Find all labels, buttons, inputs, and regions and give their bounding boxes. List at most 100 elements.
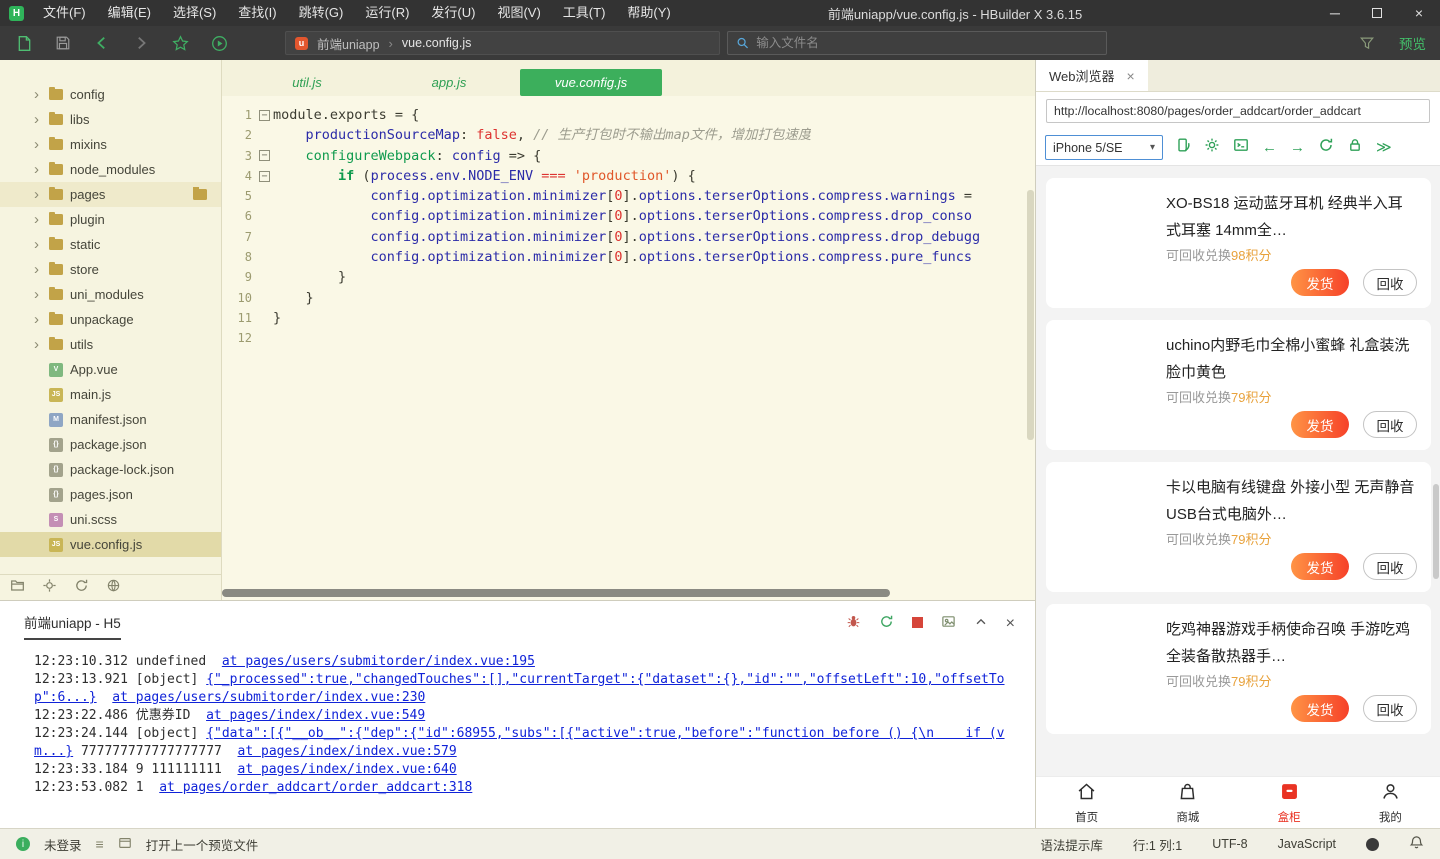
- ship-button[interactable]: 发货: [1291, 411, 1349, 438]
- tree-item[interactable]: › config: [0, 82, 221, 107]
- recycle-button[interactable]: 回收: [1363, 269, 1417, 296]
- menu-item[interactable]: 发行(U): [420, 0, 486, 26]
- restart-button[interactable]: [879, 614, 894, 634]
- tabbar-item[interactable]: 盒柜: [1239, 777, 1340, 828]
- forward-button[interactable]: [129, 30, 153, 56]
- line-number[interactable]: 11: [222, 308, 256, 328]
- product-card[interactable]: 吃鸡神器游戏手柄使命召唤 手游吃鸡全装备散热器手… 可回收兑换79积分 发货 回…: [1046, 604, 1431, 734]
- save-button[interactable]: [51, 30, 75, 56]
- fold-toggle[interactable]: [256, 267, 273, 287]
- tree-item[interactable]: M manifest.json: [0, 407, 221, 432]
- line-number[interactable]: 6: [222, 206, 256, 226]
- product-card[interactable]: 卡以电脑有线键盘 外接小型 无声静音USB台式电脑外… 可回收兑换79积分 发货…: [1046, 462, 1431, 592]
- fold-toggle[interactable]: [256, 288, 273, 308]
- open-previous-preview[interactable]: 打开上一个预览文件: [146, 835, 259, 854]
- browser-refresh-button[interactable]: [1318, 137, 1334, 158]
- line-number[interactable]: 7: [222, 227, 256, 247]
- tree-item[interactable]: › uni_modules: [0, 282, 221, 307]
- locate-file-button[interactable]: [42, 578, 57, 598]
- preview-scrollbar[interactable]: [1433, 484, 1439, 579]
- scrollbar-thumb[interactable]: [222, 589, 890, 597]
- editor-horizontal-scrollbar[interactable]: [222, 589, 1035, 597]
- fold-toggle[interactable]: [256, 308, 273, 328]
- stop-button[interactable]: [912, 615, 923, 633]
- tree-item[interactable]: › libs: [0, 107, 221, 132]
- tree-item[interactable]: › static: [0, 232, 221, 257]
- tabbar-item[interactable]: 商城: [1137, 777, 1238, 828]
- statusbar-item[interactable]: JavaScript: [1278, 837, 1336, 851]
- editor-tab[interactable]: vue.config.js: [520, 69, 662, 96]
- browser-back-button[interactable]: ←: [1262, 140, 1277, 155]
- fold-toggle[interactable]: [256, 328, 273, 348]
- editor-tab[interactable]: app.js: [378, 69, 520, 96]
- ship-button[interactable]: 发货: [1291, 695, 1349, 722]
- tree-item[interactable]: › plugin: [0, 207, 221, 232]
- close-button[interactable]: ×: [1398, 0, 1440, 26]
- line-number[interactable]: 2: [222, 125, 256, 145]
- browser-forward-button[interactable]: →: [1290, 140, 1305, 155]
- back-button[interactable]: [90, 30, 114, 56]
- fold-toggle[interactable]: −: [256, 105, 273, 125]
- fold-minus-icon[interactable]: −: [259, 171, 270, 182]
- fold-toggle[interactable]: [256, 206, 273, 226]
- menu-item[interactable]: 帮助(Y): [616, 0, 681, 26]
- tree-item[interactable]: {} package-lock.json: [0, 457, 221, 482]
- maximize-button[interactable]: [1356, 0, 1398, 26]
- menu-item[interactable]: 文件(F): [32, 0, 97, 26]
- statusbar-item[interactable]: UTF-8: [1212, 837, 1247, 851]
- console-toggle-button[interactable]: ≡: [96, 836, 104, 852]
- tabbar-item[interactable]: 我的: [1340, 777, 1440, 828]
- recycle-button[interactable]: 回收: [1363, 411, 1417, 438]
- devtools-button[interactable]: [1233, 137, 1249, 158]
- ship-button[interactable]: 发货: [1291, 269, 1349, 296]
- device-select[interactable]: iPhone 5/SE ▾: [1045, 135, 1163, 160]
- menu-item[interactable]: 运行(R): [354, 0, 420, 26]
- code-area[interactable]: 1 − module.exports = { 2 productionSourc…: [222, 96, 1035, 349]
- editor-tab[interactable]: util.js: [236, 69, 378, 96]
- settings-button[interactable]: [1204, 137, 1220, 158]
- tree-item[interactable]: › store: [0, 257, 221, 282]
- fold-toggle[interactable]: −: [256, 166, 273, 186]
- breadcrumb-file[interactable]: vue.config.js: [402, 36, 471, 50]
- tree-item[interactable]: V App.vue: [0, 357, 221, 382]
- login-status[interactable]: 未登录: [44, 835, 82, 854]
- line-number[interactable]: 5: [222, 186, 256, 206]
- browser-tab[interactable]: Web浏览器 ×: [1036, 60, 1148, 91]
- notification-badge-icon[interactable]: [1366, 838, 1379, 851]
- menu-item[interactable]: 视图(V): [486, 0, 551, 26]
- statusbar-item[interactable]: 行:1 列:1: [1133, 835, 1182, 854]
- menu-item[interactable]: 编辑(E): [97, 0, 162, 26]
- bell-button[interactable]: [1409, 835, 1424, 853]
- console-tab[interactable]: 前端uniapp - H5: [24, 612, 121, 640]
- breadcrumb-project[interactable]: 前端uniapp: [317, 34, 380, 53]
- close-icon[interactable]: ×: [1127, 68, 1135, 84]
- fold-toggle[interactable]: [256, 227, 273, 247]
- ship-button[interactable]: 发货: [1291, 553, 1349, 580]
- tree-item[interactable]: JS vue.config.js: [0, 532, 221, 557]
- line-number[interactable]: 12: [222, 328, 256, 348]
- line-number[interactable]: 9: [222, 267, 256, 287]
- file-search[interactable]: [727, 31, 1107, 55]
- debug-button[interactable]: [846, 614, 861, 634]
- tabbar-item[interactable]: 首页: [1036, 777, 1137, 828]
- line-number[interactable]: 4: [222, 166, 256, 186]
- preview-window-button[interactable]: [118, 836, 132, 853]
- filter-button[interactable]: [1355, 30, 1379, 56]
- console-source-link[interactable]: at pages/index/index.vue:579: [238, 744, 457, 759]
- new-file-button[interactable]: [12, 30, 36, 56]
- fold-minus-icon[interactable]: −: [259, 110, 270, 121]
- fold-toggle[interactable]: −: [256, 146, 273, 166]
- tree-item[interactable]: {} pages.json: [0, 482, 221, 507]
- minimize-button[interactable]: ─: [1314, 0, 1356, 26]
- recycle-button[interactable]: 回收: [1363, 553, 1417, 580]
- tree-item[interactable]: {} package.json: [0, 432, 221, 457]
- console-source-link[interactable]: at pages/index/index.vue:640: [238, 762, 457, 777]
- line-number[interactable]: 1: [222, 105, 256, 125]
- tree-item[interactable]: › node_modules: [0, 157, 221, 182]
- tree-item[interactable]: S uni.scss: [0, 507, 221, 532]
- tree-item[interactable]: › mixins: [0, 132, 221, 157]
- console-source-link[interactable]: at pages/index/index.vue:549: [206, 708, 425, 723]
- web-button[interactable]: [106, 578, 121, 598]
- export-log-button[interactable]: [941, 614, 956, 634]
- console-source-link[interactable]: at pages/users/submitorder/index.vue:195: [222, 654, 535, 669]
